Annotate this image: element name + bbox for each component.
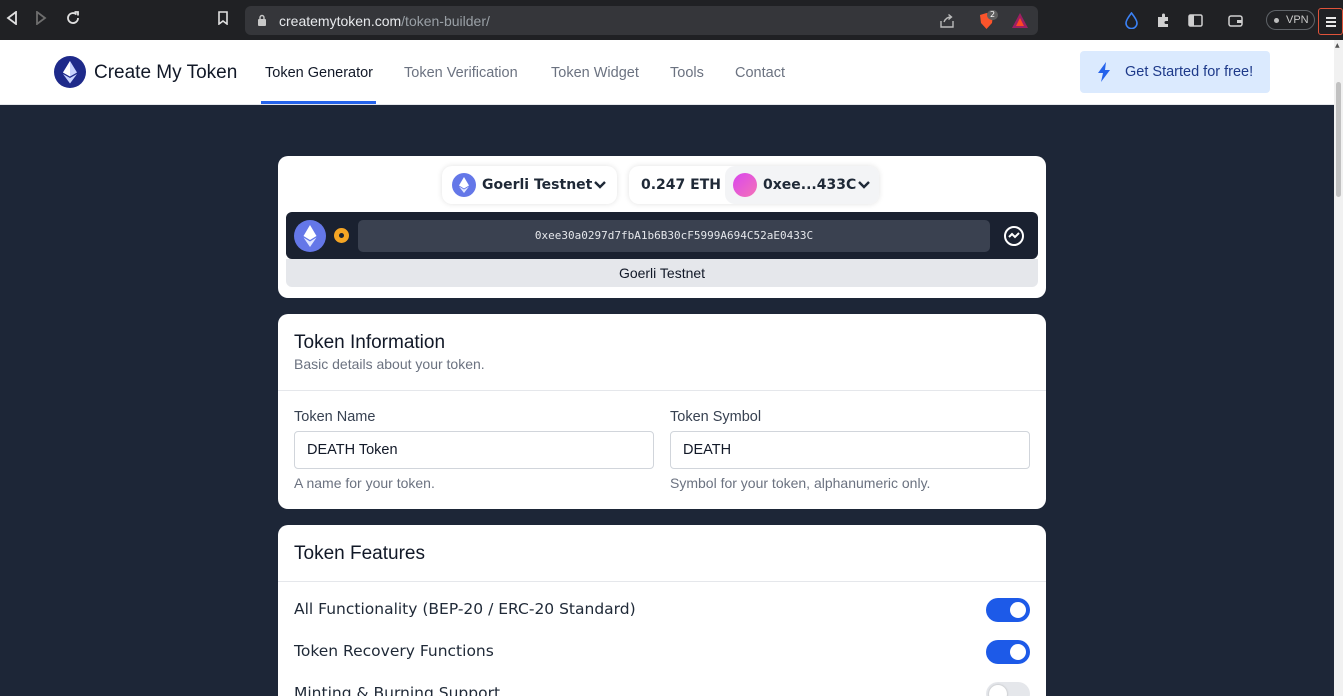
brave-rewards-icon[interactable] (1011, 12, 1029, 29)
feature-label: All Functionality (BEP-20 / ERC-20 Stand… (294, 600, 636, 618)
brave-shields-icon[interactable]: 2 (978, 10, 999, 30)
ethereum-network-icon (452, 173, 476, 197)
shields-badge: 2 (987, 10, 999, 20)
feature-label: Token Recovery Functions (294, 642, 494, 660)
token-symbol-help: Symbol for your token, alphanumeric only… (670, 475, 931, 491)
divider (278, 390, 1046, 391)
chevron-down-icon (858, 181, 870, 189)
share-icon[interactable] (939, 13, 955, 29)
section-title: Token Features (294, 543, 425, 564)
wallet-balance: 0.247 ETH (641, 177, 721, 193)
get-started-button[interactable]: Get Started for free! (1080, 51, 1270, 93)
address-url: createmytoken.com/token-builder/ (279, 13, 490, 29)
extensions-icon[interactable] (1155, 12, 1172, 29)
network-selector[interactable]: Goerli Testnet (442, 166, 617, 204)
scroll-up-icon[interactable]: ▲ (1335, 42, 1340, 49)
token-information-card: Token Information Basic details about yo… (278, 314, 1046, 509)
switch-account-icon[interactable] (1002, 224, 1026, 248)
token-symbol-input[interactable] (670, 431, 1030, 469)
nav-tools[interactable]: Tools (670, 65, 704, 81)
account-address-short: 0xee...433C (763, 177, 857, 193)
section-subtitle: Basic details about your token. (294, 356, 485, 372)
nav-token-widget[interactable]: Token Widget (551, 65, 639, 81)
feature-toggle[interactable] (986, 640, 1030, 664)
browser-toolbar: createmytoken.com/token-builder/ 2 VPN (0, 0, 1343, 40)
ethereum-logo-icon[interactable] (54, 56, 86, 88)
wallet-drop-icon[interactable] (1123, 12, 1140, 29)
wallet-icon[interactable] (1227, 12, 1244, 29)
back-icon[interactable] (2, 10, 22, 30)
network-name: Goerli Testnet (482, 177, 593, 193)
section-title: Token Information (294, 332, 446, 353)
connection-status-icon (334, 228, 349, 243)
page-scrollbar[interactable]: ▲ (1334, 40, 1343, 696)
account-avatar (733, 173, 757, 197)
address-bar[interactable]: createmytoken.com/token-builder/ 2 (245, 6, 1038, 35)
token-name-help: A name for your token. (294, 475, 435, 491)
lightning-icon (1098, 62, 1110, 82)
get-started-label: Get Started for free! (1125, 64, 1254, 80)
browser-menu-icon[interactable] (1318, 8, 1343, 35)
site-header: Create My Token Token Generator Token Ve… (0, 40, 1343, 105)
reload-icon[interactable] (63, 10, 83, 30)
nav-contact[interactable]: Contact (735, 65, 785, 81)
feature-toggle[interactable] (986, 682, 1030, 696)
token-name-label: Token Name (294, 409, 376, 425)
nav-token-generator[interactable]: Token Generator (265, 65, 373, 81)
account-selector[interactable]: 0xee...433C (725, 166, 879, 204)
wallet-card: Goerli Testnet 0.247 ETH 0xee...433C 0xe… (278, 156, 1046, 298)
forward-icon[interactable] (31, 10, 51, 30)
bookmark-icon[interactable] (213, 10, 233, 30)
feature-toggle[interactable] (986, 598, 1030, 622)
active-nav-indicator (261, 101, 376, 104)
token-features-card: Token Features All Functionality (BEP-20… (278, 525, 1046, 696)
vpn-button[interactable]: VPN (1266, 10, 1315, 30)
network-footer: Goerli Testnet (286, 259, 1038, 287)
feature-label: Minting & Burning Support (294, 684, 501, 696)
ethereum-coin-icon (294, 220, 326, 252)
wallet-address-bar: 0xee30a0297d7fbA1b6B30cF5999A694C52aE043… (286, 212, 1038, 259)
feature-row: All Functionality (BEP-20 / ERC-20 Stand… (294, 595, 1030, 625)
feature-row: Minting & Burning Support (294, 679, 1030, 696)
lock-icon (258, 14, 266, 26)
wallet-address-field[interactable]: 0xee30a0297d7fbA1b6B30cF5999A694C52aE043… (358, 220, 990, 252)
nav-token-verification[interactable]: Token Verification (404, 65, 518, 81)
token-name-input[interactable] (294, 431, 654, 469)
account-pill: 0.247 ETH 0xee...433C (629, 166, 879, 204)
chevron-down-icon (594, 181, 606, 189)
feature-row: Token Recovery Functions (294, 637, 1030, 667)
token-symbol-label: Token Symbol (670, 409, 762, 425)
brand-name[interactable]: Create My Token (94, 62, 237, 84)
scrollbar-thumb[interactable] (1336, 82, 1341, 197)
divider (278, 581, 1046, 582)
sidebar-icon[interactable] (1187, 12, 1204, 29)
